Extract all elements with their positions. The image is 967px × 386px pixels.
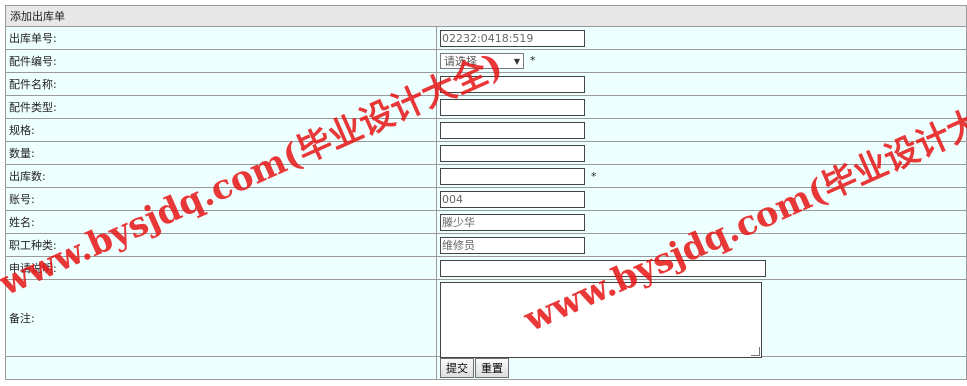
chevron-down-icon: ▼ xyxy=(513,57,520,66)
row-name: 姓名: xyxy=(5,210,967,234)
spec-label: 规格: xyxy=(5,118,437,142)
job-type-label: 职工种类: xyxy=(5,233,437,257)
order-no-input[interactable] xyxy=(440,29,585,47)
part-no-selected: 请选择 xyxy=(444,55,477,68)
part-no-label: 配件编号: xyxy=(5,49,437,73)
row-spec: 规格: xyxy=(5,118,967,142)
quantity-input[interactable] xyxy=(440,144,585,162)
part-name-label: 配件名称: xyxy=(5,72,437,96)
button-row-spacer xyxy=(5,356,437,380)
row-order-no: 出库单号: xyxy=(5,26,967,50)
order-no-label: 出库单号: xyxy=(5,26,437,50)
required-mark: * xyxy=(530,54,536,67)
row-request-desc: 申请说明: xyxy=(5,256,967,280)
row-buttons: 提交 重置 xyxy=(5,356,967,380)
form-title: 添加出库单 xyxy=(5,5,967,27)
row-job-type: 职工种类: xyxy=(5,233,967,257)
remark-wrapper xyxy=(440,282,762,358)
account-label: 账号: xyxy=(5,187,437,211)
add-outbound-form: 添加出库单 出库单号: 配件编号: 请选择▼* 配件名称: 配件类型: 规格: … xyxy=(5,5,967,380)
name-label: 姓名: xyxy=(5,210,437,234)
name-input[interactable] xyxy=(440,213,585,231)
account-input[interactable] xyxy=(440,190,585,208)
part-no-select[interactable]: 请选择 ▼ xyxy=(440,53,524,69)
resize-grip-icon[interactable] xyxy=(751,347,760,356)
request-desc-input[interactable] xyxy=(440,259,766,277)
row-account: 账号: xyxy=(5,187,967,211)
row-remark: 备注: xyxy=(5,279,967,358)
submit-button[interactable]: 提交 xyxy=(440,358,474,378)
reset-button[interactable]: 重置 xyxy=(475,358,509,378)
remark-label: 备注: xyxy=(5,279,437,357)
row-part-name: 配件名称: xyxy=(5,72,967,96)
spec-input[interactable] xyxy=(440,121,585,139)
row-part-no: 配件编号: 请选择 ▼ * xyxy=(5,49,967,73)
part-type-input[interactable] xyxy=(440,98,585,116)
remark-textarea[interactable] xyxy=(440,282,762,358)
quantity-label: 数量: xyxy=(5,141,437,165)
required-mark: * xyxy=(591,169,597,183)
row-part-type: 配件类型: xyxy=(5,95,967,119)
row-out-qty: 出库数: * xyxy=(5,164,967,188)
request-desc-label: 申请说明: xyxy=(5,256,437,280)
part-type-label: 配件类型: xyxy=(5,95,437,119)
row-quantity: 数量: xyxy=(5,141,967,165)
part-name-input[interactable] xyxy=(440,75,585,93)
out-qty-input[interactable] xyxy=(440,167,585,185)
job-type-input[interactable] xyxy=(440,236,585,254)
out-qty-label: 出库数: xyxy=(5,164,437,188)
